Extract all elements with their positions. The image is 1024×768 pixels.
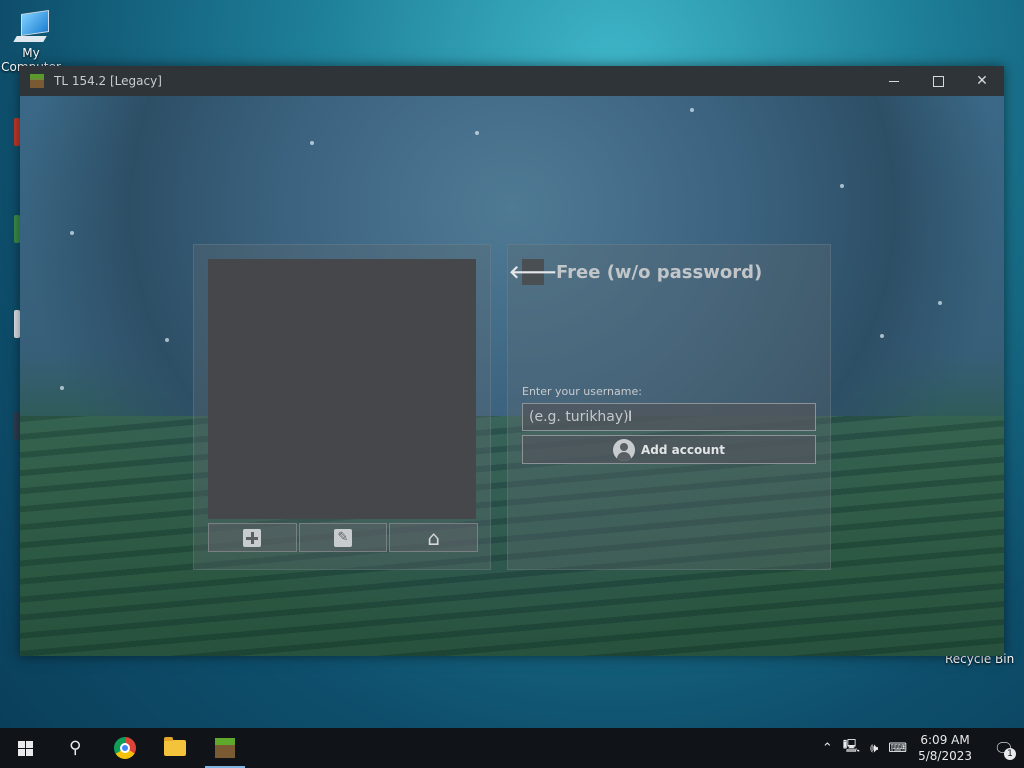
clock-time: 6:09 AM (920, 733, 970, 747)
taskbar-tlauncher[interactable] (200, 728, 250, 768)
notification-badge: 1 (1004, 748, 1016, 760)
search-button[interactable]: ⚲ (50, 728, 100, 768)
minimize-button[interactable] (872, 66, 916, 96)
account-list-panel: ✎ ⌂ (193, 244, 491, 570)
username-label: Enter your username: (522, 385, 642, 398)
panel-title: Free (w/o password) (556, 262, 763, 283)
taskbar: ⚲ ⌃ 🖳 🕪 ⌨ 6:09 AM 5/8/2023 🗨 1 (0, 728, 1024, 768)
minimize-icon (889, 80, 899, 82)
background-sparkle (475, 131, 479, 135)
background-sparkle (165, 338, 169, 342)
chrome-icon (114, 737, 136, 759)
add-account-label: Add account (640, 442, 726, 457)
background-sparkle (310, 141, 314, 145)
desktop-icon-my-computer[interactable]: My Computer (0, 10, 62, 74)
home-button[interactable]: ⌂ (389, 523, 479, 552)
add-account-list-button[interactable] (208, 523, 297, 552)
window-titlebar[interactable]: TL 154.2 [Legacy] ✕ (20, 66, 1004, 96)
maximize-icon (932, 75, 944, 87)
close-button[interactable]: ✕ (960, 66, 1004, 96)
background-sparkle (70, 231, 74, 235)
close-icon: ✕ (976, 73, 988, 89)
maximize-button[interactable] (916, 66, 960, 96)
keyboard-icon[interactable]: ⌨ (888, 741, 907, 756)
grass-block-icon (215, 738, 235, 758)
background-sparkle (840, 184, 844, 188)
background-sparkle (690, 108, 694, 112)
arrow-left-icon: 🡐 (508, 261, 558, 283)
text-cursor-icon: I (628, 409, 633, 425)
network-icon[interactable]: 🖳 (843, 737, 860, 759)
background-sparkle (880, 334, 884, 338)
system-tray: ⌃ 🖳 🕪 ⌨ 6:09 AM 5/8/2023 🗨 1 (817, 728, 1024, 768)
windows-logo-icon (17, 740, 33, 756)
add-account-button[interactable]: Add account (522, 435, 816, 464)
taskbar-chrome[interactable] (100, 728, 150, 768)
chevron-up-icon[interactable]: ⌃ (822, 741, 833, 756)
free-account-panel: 🡐 Free (w/o password) Enter your usernam… (507, 244, 831, 570)
grass-block-icon (30, 74, 44, 88)
tlauncher-window: TL 154.2 [Legacy] ✕ ✎ ⌂ 🡐 Free (w/o pass… (20, 66, 1004, 656)
folder-icon (164, 737, 186, 756)
clock-date: 5/8/2023 (918, 749, 972, 763)
launcher-background: ✎ ⌂ 🡐 Free (w/o password) Enter your use… (20, 96, 1004, 656)
clock[interactable]: 6:09 AM 5/8/2023 (918, 732, 972, 764)
edit-account-button[interactable]: ✎ (298, 523, 388, 552)
background-sparkle (938, 301, 942, 305)
window-title: TL 154.2 [Legacy] (54, 74, 162, 88)
account-list-toolbar: ✎ ⌂ (208, 523, 479, 552)
account-list[interactable] (208, 259, 476, 519)
back-button[interactable]: 🡐 (509, 259, 557, 285)
search-icon: ⚲ (68, 738, 82, 758)
computer-icon (11, 10, 51, 46)
user-icon (612, 438, 635, 461)
taskbar-file-explorer[interactable] (150, 728, 200, 768)
plus-icon (243, 528, 262, 547)
pencil-icon: ✎ (334, 528, 352, 547)
notification-center-button[interactable]: 🗨 1 (984, 728, 1024, 768)
background-sparkle (60, 386, 64, 390)
home-icon: ⌂ (427, 525, 441, 550)
speaker-icon[interactable]: 🕪 (870, 741, 878, 756)
start-button[interactable] (0, 728, 50, 768)
username-input[interactable] (522, 403, 816, 431)
